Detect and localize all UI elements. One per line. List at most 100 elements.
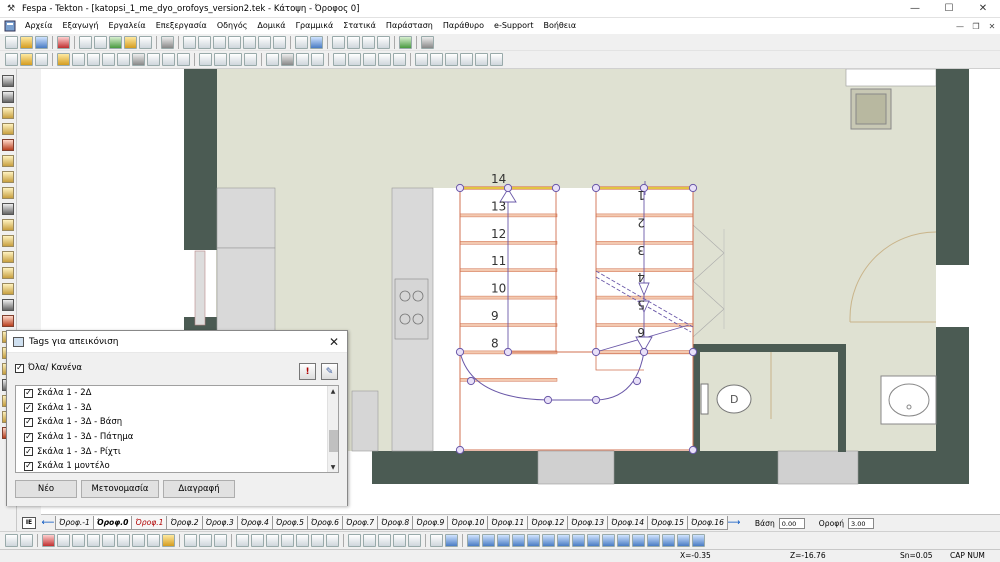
door-tool-icon[interactable] bbox=[2, 123, 14, 135]
minimize-button[interactable]: — bbox=[898, 0, 932, 18]
snap-quadrant-icon[interactable] bbox=[587, 534, 600, 547]
layout-icon[interactable] bbox=[162, 534, 175, 547]
array-icon[interactable] bbox=[311, 53, 324, 66]
join-icon[interactable] bbox=[266, 53, 279, 66]
scale-icon[interactable] bbox=[377, 35, 390, 49]
circle-icon[interactable] bbox=[258, 35, 271, 49]
properties-icon[interactable] bbox=[281, 53, 294, 66]
tag-checkbox[interactable]: ✓ bbox=[24, 388, 33, 398]
dialog-close-button[interactable]: ✕ bbox=[327, 335, 341, 349]
view-top-icon[interactable] bbox=[333, 53, 346, 66]
move-icon[interactable] bbox=[332, 35, 345, 49]
menu-window[interactable]: Παράθυρο bbox=[438, 18, 489, 34]
open-file-icon[interactable] bbox=[20, 35, 33, 49]
zoom-previous-icon[interactable] bbox=[102, 534, 115, 547]
layer-d-icon[interactable] bbox=[393, 534, 406, 547]
tangent-snap-icon[interactable] bbox=[296, 534, 309, 547]
snap-tangent-icon[interactable] bbox=[557, 534, 570, 547]
box-icon[interactable] bbox=[35, 53, 48, 66]
redo-icon[interactable] bbox=[20, 534, 33, 547]
tag-list-scrollbar[interactable]: ▲ ▼ bbox=[327, 386, 338, 472]
snap-extension-icon[interactable] bbox=[632, 534, 645, 547]
tag-filter-icon[interactable]: ! bbox=[299, 363, 316, 380]
copy-icon[interactable] bbox=[79, 35, 92, 49]
target-tool-icon[interactable] bbox=[2, 251, 14, 263]
tag-checkbox[interactable]: ✓ bbox=[24, 432, 33, 442]
print-icon[interactable] bbox=[57, 35, 70, 49]
clipboard-icon[interactable] bbox=[124, 35, 137, 49]
floor-tab-1[interactable]: Όροφ.1 bbox=[131, 516, 168, 530]
floor-tab-minus1[interactable]: Όροφ.-1 bbox=[55, 516, 94, 530]
pen-icon[interactable] bbox=[161, 35, 174, 49]
slab-tool-icon[interactable] bbox=[2, 219, 14, 231]
regen-icon[interactable] bbox=[147, 534, 160, 547]
snap-center-icon[interactable] bbox=[512, 534, 525, 547]
ortho-icon[interactable] bbox=[184, 534, 197, 547]
symbol-icon[interactable] bbox=[310, 35, 323, 49]
floor-tab-11[interactable]: Όροφ.11 bbox=[487, 516, 529, 530]
column-tool-icon[interactable] bbox=[2, 235, 14, 247]
tools-icon[interactable] bbox=[421, 35, 434, 49]
mid-snap-icon[interactable] bbox=[266, 534, 279, 547]
layer-m-icon[interactable] bbox=[378, 534, 391, 547]
tree-icon[interactable] bbox=[399, 35, 412, 49]
floor-tab-0[interactable]: Όροφ.0 bbox=[92, 516, 133, 530]
new-tag-button[interactable]: Νέο bbox=[15, 480, 77, 498]
break-icon[interactable] bbox=[244, 53, 257, 66]
redraw-icon[interactable] bbox=[132, 534, 145, 547]
floor-tab-8[interactable]: Όροφ.8 bbox=[377, 516, 414, 530]
floor-tab-14[interactable]: Όροφ.14 bbox=[607, 516, 649, 530]
snap-off-icon[interactable] bbox=[692, 534, 705, 547]
rename-tag-button[interactable]: Μετονομασία bbox=[81, 480, 159, 498]
select-down-icon[interactable] bbox=[445, 534, 458, 547]
furniture-tool-icon[interactable] bbox=[2, 283, 14, 295]
view-mode-icon[interactable]: IE bbox=[22, 516, 36, 529]
align-icon[interactable] bbox=[296, 53, 309, 66]
zoom-extents-icon[interactable] bbox=[87, 534, 100, 547]
snap-nearest-icon[interactable] bbox=[572, 534, 585, 547]
frame-icon[interactable] bbox=[102, 53, 115, 66]
paste-icon[interactable] bbox=[94, 35, 107, 49]
floor-tab-9[interactable]: Όροφ.9 bbox=[412, 516, 449, 530]
menu-static[interactable]: Στατικά bbox=[338, 18, 381, 34]
perp-snap-icon[interactable] bbox=[281, 534, 294, 547]
tag-item[interactable]: ✓ Σκάλα 1 - 3Δ - Πάτημα bbox=[16, 430, 338, 445]
alert-icon[interactable] bbox=[42, 534, 55, 547]
arc-icon[interactable] bbox=[273, 35, 286, 49]
rotate-icon[interactable] bbox=[347, 35, 360, 49]
plot-icon[interactable] bbox=[139, 35, 152, 49]
tag-item[interactable]: ✓ Σκάλα 1 - 3Δ - Ρίχτι bbox=[16, 444, 338, 459]
layer-a-icon[interactable] bbox=[348, 534, 361, 547]
folder-icon[interactable] bbox=[20, 53, 33, 66]
view-front-icon[interactable] bbox=[348, 53, 361, 66]
floor-tab-16[interactable]: Όροφ.16 bbox=[686, 516, 728, 530]
zoom-out-bottom-icon[interactable] bbox=[72, 534, 85, 547]
extend-icon[interactable] bbox=[214, 53, 227, 66]
mdi-restore-button[interactable]: ❐ bbox=[968, 18, 984, 34]
offset-icon[interactable] bbox=[177, 53, 190, 66]
angle-icon[interactable] bbox=[214, 534, 227, 547]
pencil-tool-icon[interactable] bbox=[2, 155, 14, 167]
trim-icon[interactable] bbox=[199, 53, 212, 66]
undo-icon[interactable] bbox=[5, 534, 18, 547]
all-none-row[interactable]: ✓ Όλα/ Κανένα bbox=[15, 363, 82, 373]
tag-item[interactable]: ✓ Σκάλα 1 - 3Δ bbox=[16, 401, 338, 416]
floor-tab-12[interactable]: Όροφ.12 bbox=[527, 516, 569, 530]
tag-item[interactable]: ✓ Σκάλα 1 - 2Δ bbox=[16, 386, 338, 401]
all-none-checkbox[interactable]: ✓ bbox=[15, 363, 24, 373]
copy-view-icon[interactable] bbox=[326, 534, 339, 547]
mdi-close-button[interactable]: ✕ bbox=[984, 18, 1000, 34]
mdi-minimize-button[interactable]: — bbox=[952, 18, 968, 34]
delete-x-icon[interactable] bbox=[475, 53, 488, 66]
snap-grid-icon[interactable] bbox=[467, 534, 480, 547]
roof-input[interactable]: 3.00 bbox=[848, 517, 875, 529]
tag-item[interactable]: ✓ Σκάλα 1 - 3Δ - Βάση bbox=[16, 415, 338, 430]
snap-parallel-icon[interactable] bbox=[647, 534, 660, 547]
menu-view[interactable]: Παράσταση bbox=[381, 18, 438, 34]
tabs-right-arrow-icon[interactable]: ⟶ bbox=[727, 518, 741, 528]
save-file-icon[interactable] bbox=[35, 35, 48, 49]
menu-export[interactable]: Εξαγωγή bbox=[57, 18, 103, 34]
roof-tool-icon[interactable] bbox=[2, 139, 14, 151]
thermometer-icon[interactable] bbox=[2, 315, 14, 327]
stair-tool-icon[interactable] bbox=[2, 203, 14, 215]
